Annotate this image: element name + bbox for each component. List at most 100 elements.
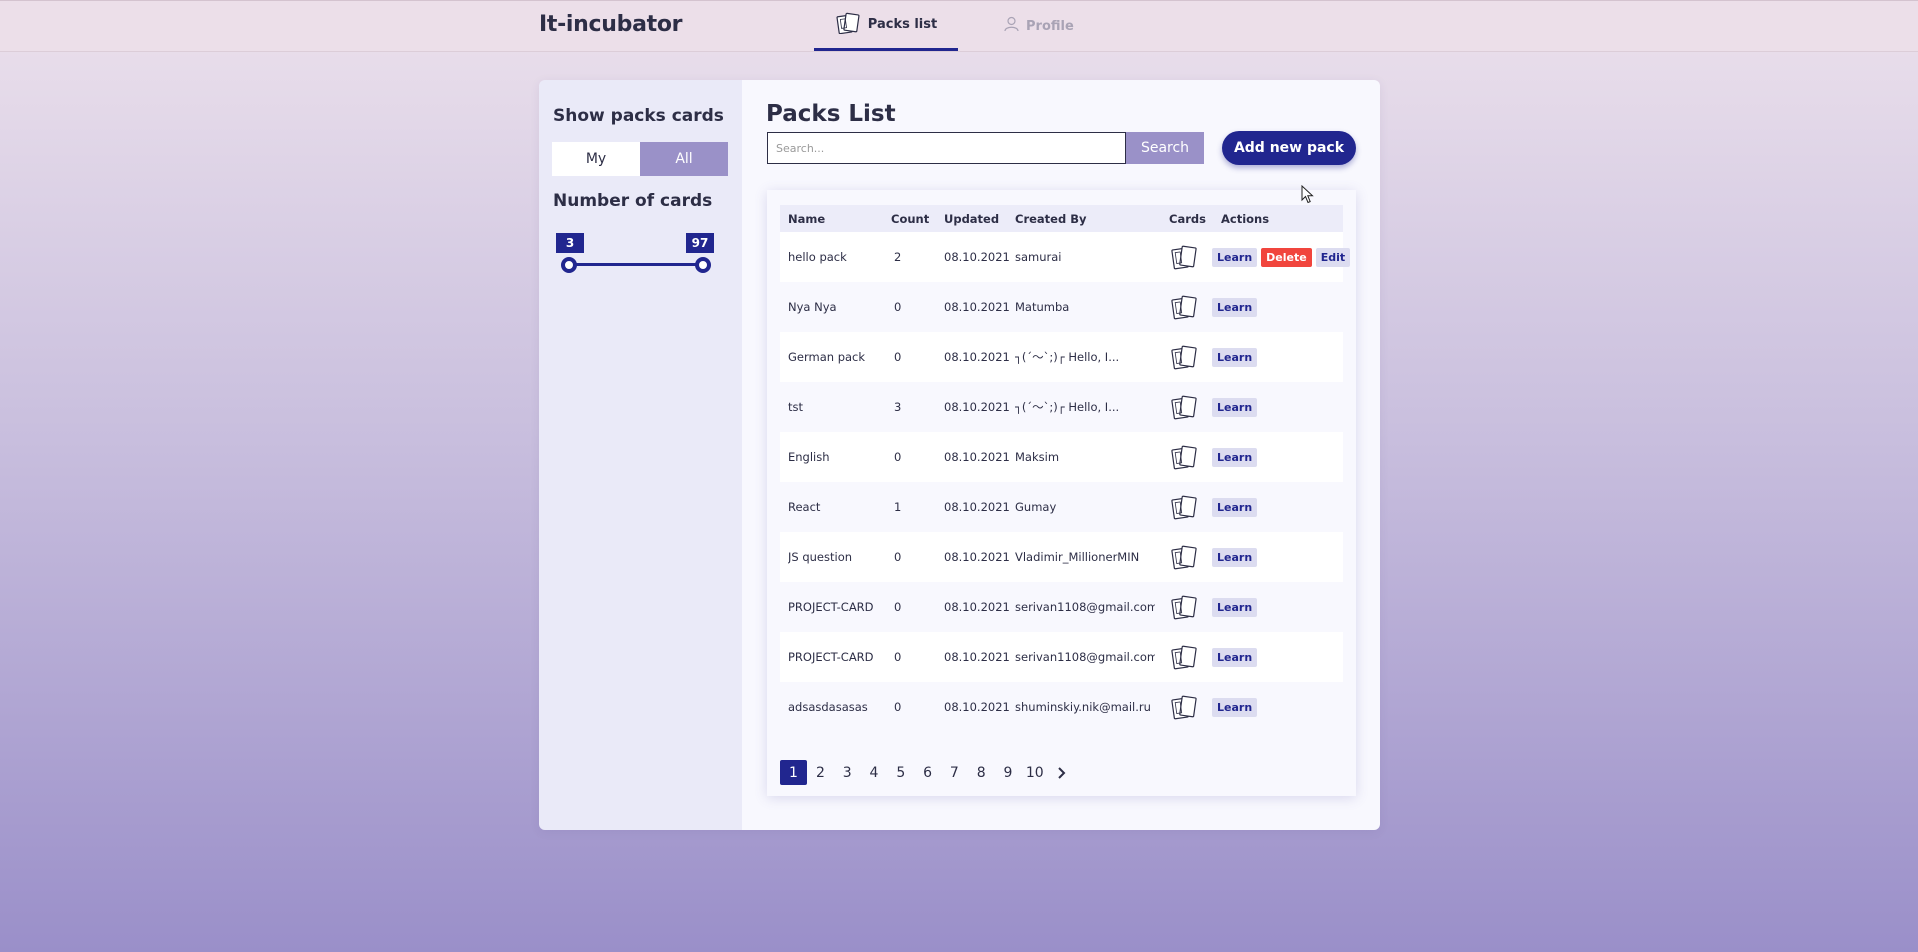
tab-profile[interactable]: Profile bbox=[1004, 1, 1074, 51]
col-name[interactable]: Name bbox=[788, 212, 825, 226]
pack-updated: 08.10.2021 bbox=[944, 500, 1010, 514]
pack-count: 0 bbox=[894, 600, 902, 614]
pack-name: React bbox=[788, 500, 821, 514]
learn-button[interactable]: Learn bbox=[1212, 597, 1258, 617]
learn-button[interactable]: Learn bbox=[1212, 297, 1258, 317]
pack-updated: 08.10.2021 bbox=[944, 350, 1010, 364]
pack-name: Nya Nya bbox=[788, 300, 837, 314]
row-actions: Learn Delete Edit bbox=[1212, 232, 1351, 282]
tab-label: Packs list bbox=[867, 17, 938, 32]
pack-name: adsasdasasas bbox=[788, 700, 868, 714]
pack-created-by: Gumay bbox=[1015, 500, 1057, 514]
learn-button[interactable]: Learn bbox=[1212, 647, 1258, 667]
edit-button[interactable]: Edit bbox=[1315, 247, 1351, 267]
cards-icon[interactable] bbox=[1169, 532, 1199, 582]
table-row: Nya Nya 0 08.10.2021 Matumba Learn bbox=[780, 282, 1343, 332]
pack-count: 0 bbox=[894, 700, 902, 714]
page-1[interactable]: 1 bbox=[780, 760, 807, 785]
col-cards: Cards bbox=[1169, 212, 1206, 226]
table-row: tst 3 08.10.2021 ┐(´～`;)┌ Hello, I... Learn bbox=[780, 382, 1343, 432]
cards-icon[interactable] bbox=[1169, 432, 1199, 482]
search-input[interactable] bbox=[767, 132, 1126, 164]
cards-icon[interactable] bbox=[1169, 332, 1199, 382]
page-2[interactable]: 2 bbox=[807, 760, 834, 785]
table-header: Name Count Updated Created By Cards Acti… bbox=[780, 205, 1343, 232]
table-row: JS question 0 08.10.2021 Vladimir_Millioner… bbox=[780, 532, 1343, 582]
pack-updated: 08.10.2021 bbox=[944, 400, 1010, 414]
pack-created-by: Maksim bbox=[1015, 450, 1060, 464]
row-actions: Learn bbox=[1212, 482, 1258, 532]
pack-count: 3 bbox=[894, 400, 902, 414]
learn-button[interactable]: Learn bbox=[1212, 497, 1258, 517]
cards-icon[interactable] bbox=[1169, 382, 1199, 432]
cards-icon[interactable] bbox=[1169, 282, 1199, 332]
pack-name: PROJECT-CARD bbox=[788, 650, 874, 664]
row-actions: Learn bbox=[1212, 382, 1258, 432]
row-actions: Learn bbox=[1212, 532, 1258, 582]
pack-count: 0 bbox=[894, 350, 902, 364]
table-row: React 1 08.10.2021 Gumay Learn bbox=[780, 482, 1343, 532]
cards-icon[interactable] bbox=[1169, 482, 1199, 532]
page-10[interactable]: 10 bbox=[1021, 760, 1048, 785]
col-updated[interactable]: Updated bbox=[944, 212, 999, 226]
page-title: Packs List bbox=[766, 101, 896, 127]
page-5[interactable]: 5 bbox=[887, 760, 914, 785]
chevron-right-icon[interactable] bbox=[1048, 760, 1075, 785]
row-actions: Learn bbox=[1212, 582, 1258, 632]
learn-button[interactable]: Learn bbox=[1212, 247, 1258, 267]
table-row: English 0 08.10.2021 Maksim Learn bbox=[780, 432, 1343, 482]
search-button[interactable]: Search bbox=[1126, 132, 1204, 164]
cards-icon[interactable] bbox=[1169, 682, 1199, 732]
learn-button[interactable]: Learn bbox=[1212, 447, 1258, 467]
user-icon bbox=[1004, 16, 1019, 36]
pack-name: PROJECT-CARD bbox=[788, 600, 874, 614]
add-new-pack-button[interactable]: Add new pack bbox=[1222, 131, 1356, 165]
pack-updated: 08.10.2021 bbox=[944, 450, 1010, 464]
learn-button[interactable]: Learn bbox=[1212, 697, 1258, 717]
pack-updated: 08.10.2021 bbox=[944, 300, 1010, 314]
cards-icon[interactable] bbox=[1169, 632, 1199, 682]
page-9[interactable]: 9 bbox=[995, 760, 1022, 785]
row-actions: Learn bbox=[1212, 282, 1258, 332]
page-3[interactable]: 3 bbox=[834, 760, 861, 785]
page-4[interactable]: 4 bbox=[861, 760, 888, 785]
table-row: hello pack 2 08.10.2021 samurai Learn Delete E… bbox=[780, 232, 1351, 282]
table-row: PROJECT-CARD 0 08.10.2021 serivan1108@gmail… bbox=[780, 582, 1343, 632]
pack-name: JS question bbox=[788, 550, 853, 564]
tab-label: Profile bbox=[1026, 18, 1074, 34]
row-actions: Learn bbox=[1212, 332, 1258, 382]
col-count[interactable]: Count bbox=[891, 212, 929, 226]
packs-table: Name Count Updated Created By Cards Acti… bbox=[767, 190, 1356, 796]
col-created-by[interactable]: Created By bbox=[1015, 212, 1086, 226]
pack-updated: 08.10.2021 bbox=[944, 700, 1010, 714]
top-header: It-incubator Packs list Profile bbox=[0, 0, 1918, 52]
pack-created-by: Matumba bbox=[1015, 300, 1070, 314]
pack-updated: 08.10.2021 bbox=[944, 550, 1010, 564]
cards-icon bbox=[835, 12, 861, 38]
pack-created-by: ┐(´～`;)┌ Hello, I... bbox=[1015, 400, 1120, 414]
cards-icon[interactable] bbox=[1169, 232, 1199, 282]
col-actions: Actions bbox=[1221, 212, 1270, 226]
pack-count: 0 bbox=[894, 650, 902, 664]
pack-created-by: serivan1108@gmail.com bbox=[1015, 650, 1155, 664]
table-row: German pack 0 08.10.2021 ┐(´～`;)┌ Hello, I.… bbox=[780, 332, 1343, 382]
cards-icon[interactable] bbox=[1169, 582, 1199, 632]
learn-button[interactable]: Learn bbox=[1212, 397, 1258, 417]
page-7[interactable]: 7 bbox=[941, 760, 968, 785]
pack-count: 1 bbox=[894, 500, 902, 514]
tab-packs-list[interactable]: Packs list bbox=[814, 1, 958, 51]
page-6[interactable]: 6 bbox=[914, 760, 941, 785]
app-logo: It-incubator bbox=[539, 12, 683, 37]
pack-name: English bbox=[788, 450, 830, 464]
learn-button[interactable]: Learn bbox=[1212, 547, 1258, 567]
pack-created-by: samurai bbox=[1015, 250, 1062, 264]
pack-created-by: shuminskiy.nik@mail.ru bbox=[1015, 700, 1151, 714]
pack-count: 2 bbox=[894, 250, 902, 264]
main-content-layer: Packs List Search Add new pack Name Coun… bbox=[539, 80, 1380, 830]
page-8[interactable]: 8 bbox=[968, 760, 995, 785]
delete-button[interactable]: Delete bbox=[1261, 247, 1312, 267]
table-row: PROJECT-CARD 0 08.10.2021 serivan1108@gmail… bbox=[780, 632, 1343, 682]
pack-updated: 08.10.2021 bbox=[944, 650, 1010, 664]
learn-button[interactable]: Learn bbox=[1212, 347, 1258, 367]
pack-created-by: ┐(´～`;)┌ Hello, I... bbox=[1015, 350, 1120, 364]
